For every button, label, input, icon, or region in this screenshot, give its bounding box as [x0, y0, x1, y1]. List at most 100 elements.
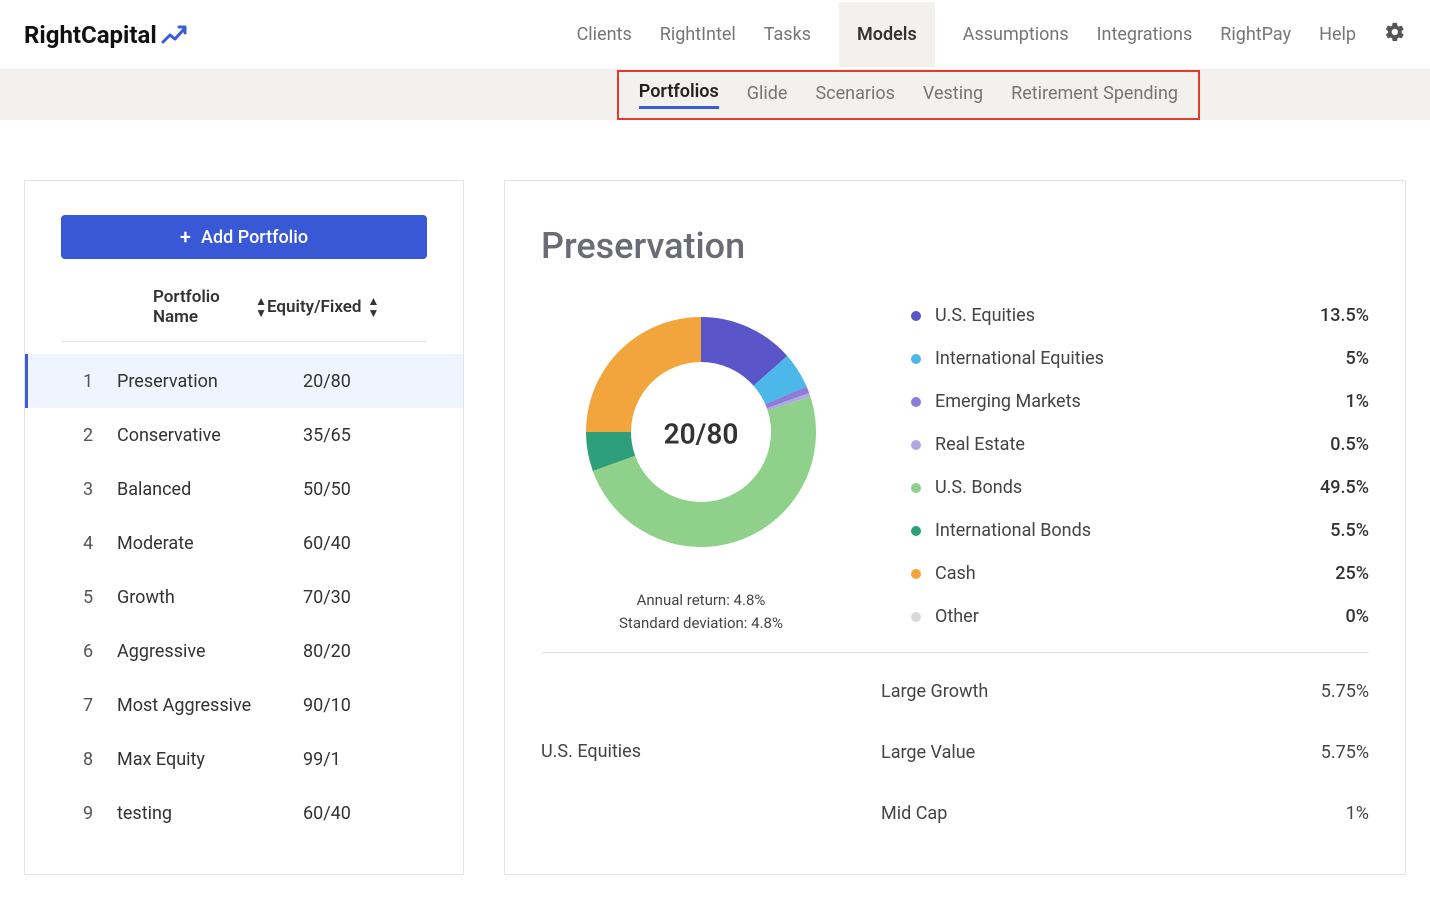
allocation-legend: U.S. Equities13.5% International Equities… — [911, 305, 1369, 634]
legend-row: Cash25% — [911, 563, 1369, 584]
subnav-item-portfolios[interactable]: Portfolios — [639, 81, 719, 109]
annual-return-text: Annual return: 4.8% — [619, 589, 783, 612]
topnav-item-clients[interactable]: Clients — [577, 2, 632, 67]
legend-name: Cash — [935, 563, 1335, 584]
portfolio-row[interactable]: 9testing60/40 — [25, 786, 463, 840]
legend-name: Other — [935, 606, 1346, 627]
row-ratio: 60/40 — [303, 803, 423, 824]
gear-icon[interactable] — [1384, 21, 1406, 48]
detail-title: Preservation — [541, 225, 1369, 267]
portfolio-row[interactable]: 5Growth70/30 — [25, 570, 463, 624]
legend-value: 0.5% — [1330, 434, 1369, 455]
legend-value: 5% — [1346, 348, 1369, 369]
allocation-row: 20/80 Annual return: 4.8% Standard devia… — [541, 297, 1369, 653]
row-index: 7 — [83, 695, 117, 716]
topnav: Clients RightIntel Tasks Models Assumptions I… — [577, 2, 1406, 67]
brand-logo[interactable]: RightCapital — [24, 21, 187, 49]
row-ratio: 20/80 — [303, 371, 423, 392]
topnav-item-help[interactable]: Help — [1319, 2, 1356, 67]
legend-name: Emerging Markets — [935, 391, 1346, 412]
row-name: Growth — [117, 587, 303, 608]
row-index: 4 — [83, 533, 117, 554]
add-portfolio-button[interactable]: + Add Portfolio — [61, 215, 427, 259]
legend-value: 49.5% — [1320, 477, 1369, 498]
subcat-row: Large Value5.75% — [881, 742, 1369, 763]
subcat-value: 5.75% — [1321, 742, 1369, 763]
donut-section: 20/80 Annual return: 4.8% Standard devia… — [541, 297, 861, 634]
sort-icon[interactable]: ▲▼ — [367, 295, 379, 319]
legend-name: International Bonds — [935, 520, 1330, 541]
subcat-name: Mid Cap — [881, 803, 1346, 824]
legend-dot — [911, 483, 921, 493]
plus-icon: + — [180, 227, 191, 247]
legend-row: International Bonds5.5% — [911, 520, 1369, 541]
std-dev-text: Standard deviation: 4.8% — [619, 612, 783, 635]
legend-row: Emerging Markets1% — [911, 391, 1369, 412]
row-ratio: 60/40 — [303, 533, 423, 554]
portfolio-row[interactable]: 8Max Equity99/1 — [25, 732, 463, 786]
legend-dot — [911, 440, 921, 450]
portfolio-row[interactable]: 2Conservative35/65 — [25, 408, 463, 462]
legend-value: 5.5% — [1330, 520, 1369, 541]
portfolio-row[interactable]: 7Most Aggressive90/10 — [25, 678, 463, 732]
portfolio-row[interactable]: 4Moderate60/40 — [25, 516, 463, 570]
legend-dot — [911, 526, 921, 536]
subcategory-title: U.S. Equities — [541, 671, 841, 824]
topnav-item-tasks[interactable]: Tasks — [764, 2, 811, 67]
col-ratio-header[interactable]: Equity/Fixed — [267, 297, 361, 317]
legend-row: Other0% — [911, 606, 1369, 627]
sort-icon[interactable]: ▲▼ — [255, 295, 267, 319]
donut-stats: Annual return: 4.8% Standard deviation: … — [619, 589, 783, 634]
portfolio-row[interactable]: 3Balanced50/50 — [25, 462, 463, 516]
row-ratio: 50/50 — [303, 479, 423, 500]
row-name: Preservation — [117, 371, 303, 392]
portfolio-row[interactable]: 1Preservation20/80 — [25, 354, 463, 408]
topnav-item-rightintel[interactable]: RightIntel — [660, 2, 736, 67]
legend-name: Real Estate — [935, 434, 1330, 455]
subcat-row: Large Growth5.75% — [881, 681, 1369, 702]
subnav-item-glide[interactable]: Glide — [747, 83, 788, 108]
row-index: 8 — [83, 749, 117, 770]
subnav-item-retirement-spending[interactable]: Retirement Spending — [1011, 83, 1178, 108]
portfolio-rows: 1Preservation20/802Conservative35/653Bal… — [25, 354, 463, 840]
portfolio-row[interactable]: 6Aggressive80/20 — [25, 624, 463, 678]
row-ratio: 70/30 — [303, 587, 423, 608]
subnav-item-vesting[interactable]: Vesting — [923, 83, 983, 108]
legend-dot — [911, 311, 921, 321]
legend-dot — [911, 612, 921, 622]
legend-name: International Equities — [935, 348, 1346, 369]
legend-dot — [911, 397, 921, 407]
row-name: Moderate — [117, 533, 303, 554]
donut-slice — [586, 317, 701, 432]
legend-row: International Equities5% — [911, 348, 1369, 369]
topnav-item-integrations[interactable]: Integrations — [1097, 2, 1193, 67]
legend-value: 1% — [1346, 391, 1369, 412]
legend-dot — [911, 354, 921, 364]
subcategory-list: Large Growth5.75% Large Value5.75% Mid Cap… — [881, 681, 1369, 824]
row-index: 2 — [83, 425, 117, 446]
topnav-item-models[interactable]: Models — [839, 2, 935, 67]
legend-value: 0% — [1346, 606, 1369, 627]
brand-text: RightCapital — [24, 21, 157, 49]
row-index: 1 — [83, 371, 117, 392]
subnav-highlight-box: Portfolios Glide Scenarios Vesting Retiremen… — [617, 70, 1200, 120]
add-portfolio-label: Add Portfolio — [201, 227, 308, 248]
donut-chart: 20/80 — [566, 297, 836, 571]
topnav-item-assumptions[interactable]: Assumptions — [963, 2, 1069, 67]
row-name: Most Aggressive — [117, 695, 303, 716]
topnav-item-rightpay[interactable]: RightPay — [1220, 2, 1291, 67]
row-ratio: 90/10 — [303, 695, 423, 716]
subcat-value: 1% — [1346, 803, 1369, 824]
row-index: 6 — [83, 641, 117, 662]
legend-row: U.S. Equities13.5% — [911, 305, 1369, 326]
content-area: + Add Portfolio Portfolio Name ▲▼ Equity… — [0, 120, 1430, 899]
legend-name: U.S. Bonds — [935, 477, 1320, 498]
brand-arrow-icon — [161, 24, 187, 46]
row-ratio: 99/1 — [303, 749, 423, 770]
subnav-item-scenarios[interactable]: Scenarios — [815, 83, 894, 108]
col-name-header[interactable]: Portfolio Name — [153, 287, 249, 327]
topbar: RightCapital Clients RightIntel Tasks Model… — [0, 0, 1430, 70]
row-name: Max Equity — [117, 749, 303, 770]
portfolio-list-panel: + Add Portfolio Portfolio Name ▲▼ Equity… — [24, 180, 464, 875]
subcat-value: 5.75% — [1321, 681, 1369, 702]
